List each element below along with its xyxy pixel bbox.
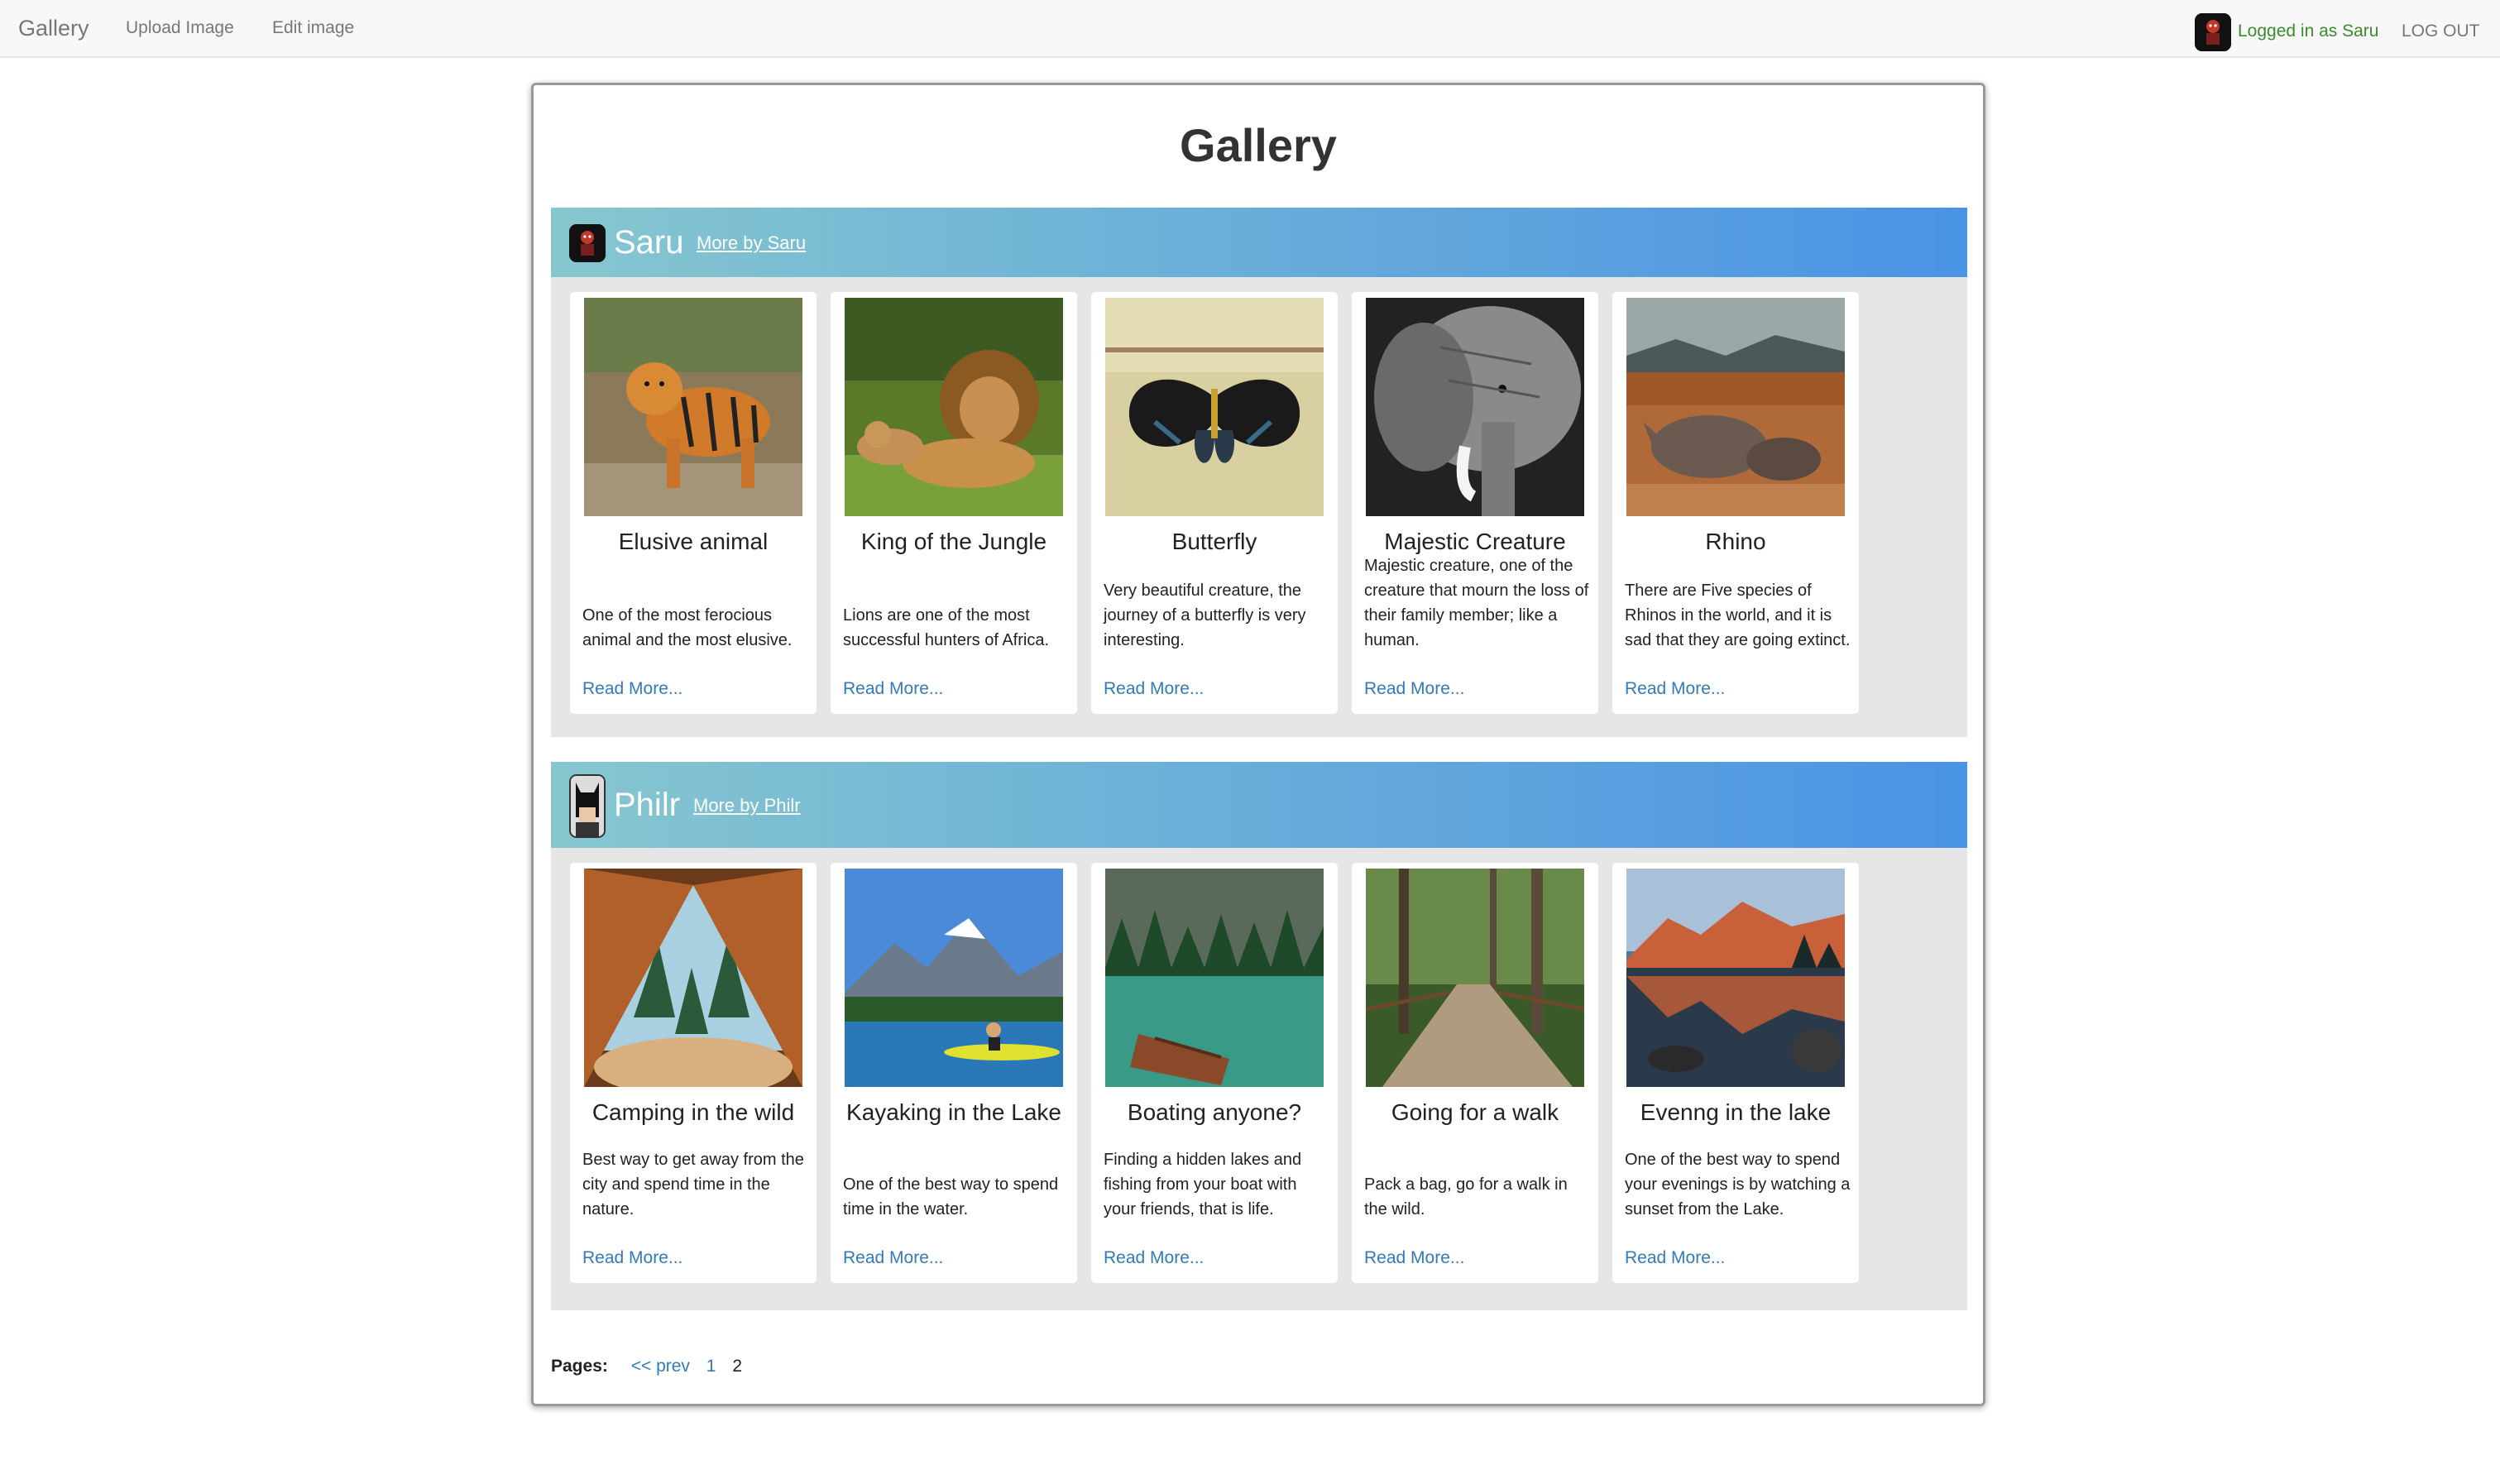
card-title: Kayaking in the Lake [846,1099,1061,1125]
card-title: Boating anyone? [1127,1099,1302,1125]
read-more-link[interactable]: Read More... [1364,679,1464,699]
card-title: Majestic Creature [1384,529,1566,554]
card-description: Best way to get away from the city and s… [582,1151,804,1218]
image-card: Rhino There are Five species of Rhinos i… [1612,292,1859,714]
prev-page-link[interactable]: << prev [631,1357,690,1376]
forest-path-photo[interactable] [1366,869,1584,1087]
section-header: Saru More by Saru [551,208,1967,277]
user-avatar [2195,13,2231,51]
read-more-link[interactable]: Read More... [1104,679,1204,699]
section-cards: Elusive animal One of the most ferocious… [551,277,1967,737]
user-avatar [569,774,606,838]
tiger-photo[interactable] [584,298,802,516]
card-description: Pack a bag, go for a walk in the wild. [1364,1175,1568,1218]
boat-photo[interactable] [1105,869,1324,1087]
user-section-philr: Philr More by Philr Camping in the wild … [551,762,1967,1310]
card-description: One of the best way to spend your evenin… [1625,1151,1851,1218]
card-description: One of the best way to spend time in the… [843,1175,1059,1218]
elephant-photo[interactable] [1366,298,1584,516]
rhino-photo[interactable] [1626,298,1845,516]
section-header: Philr More by Philr [551,762,1967,848]
card-title: Butterfly [1171,529,1257,554]
brand-link[interactable]: Gallery [18,0,89,56]
card-description: Very beautiful creature, the journey of … [1104,582,1306,649]
card-title: Going for a walk [1391,1099,1559,1125]
kayak-photo[interactable] [845,869,1063,1087]
card-description: One of the most ferocious animal and the… [582,606,793,649]
image-card: Elusive animal One of the most ferocious… [570,292,817,714]
read-more-link[interactable]: Read More... [582,1248,682,1268]
image-card: Kayaking in the Lake One of the best way… [831,863,1077,1283]
card-title: Camping in the wild [591,1099,795,1125]
read-more-link[interactable]: Read More... [843,1248,943,1268]
read-more-link[interactable]: Read More... [843,679,943,699]
pages-label: Pages: [551,1357,608,1376]
section-username: Saru [614,224,684,261]
upload-image-link[interactable]: Upload Image [126,0,234,56]
more-by-user-link[interactable]: More by Philr [693,795,801,816]
section-username: Philr [614,787,681,823]
image-card: Evenng in the lake One of the best way t… [1612,863,1859,1283]
card-description: Majestic creature, one of the creature t… [1364,557,1589,649]
read-more-link[interactable]: Read More... [1625,679,1725,699]
page-title: Gallery [1180,119,1337,171]
user-section-saru: Saru More by Saru Elusive animal One of … [551,208,1967,737]
pagination: Pages: << prev 1 2 [551,1357,742,1376]
card-description: Finding a hidden lakes and fishing from … [1104,1151,1302,1218]
tent-photo[interactable] [584,869,802,1087]
image-card: Going for a walk Pack a bag, go for a wa… [1352,863,1598,1283]
lion-photo[interactable] [845,298,1063,516]
image-card: Butterfly Very beautiful creature, the j… [1091,292,1338,714]
read-more-link[interactable]: Read More... [1104,1248,1204,1268]
card-description: Lions are one of the most successful hun… [843,606,1050,649]
section-cards: Camping in the wild Best way to get away… [551,848,1967,1310]
read-more-link[interactable]: Read More... [1625,1248,1725,1268]
sunset-lake-photo[interactable] [1626,869,1845,1087]
more-by-user-link[interactable]: More by Saru [697,232,806,254]
card-title: Evenng in the lake [1640,1099,1832,1125]
top-navbar: Gallery Upload Image Edit image Logged i… [0,0,2500,58]
image-card: King of the Jungle Lions are one of the … [831,292,1077,714]
user-avatar [569,224,606,262]
image-card: Boating anyone? Finding a hidden lakes a… [1091,863,1338,1283]
card-title: Elusive animal [618,529,769,554]
card-title: Rhino [1705,529,1766,554]
gallery-panel: Gallery Saru More by Saru Elusive animal… [531,83,1985,1406]
image-card: Camping in the wild Best way to get away… [570,863,817,1283]
read-more-link[interactable]: Read More... [582,679,682,699]
image-card: Majestic Creature Majestic creature, one… [1352,292,1598,714]
page-1-link[interactable]: 1 [706,1357,716,1376]
card-description: There are Five species of Rhinos in the … [1625,582,1851,649]
edit-image-link[interactable]: Edit image [272,0,354,56]
current-page: 2 [732,1357,742,1376]
card-title: King of the Jungle [860,529,1047,554]
butterfly-photo[interactable] [1105,298,1324,516]
logout-link[interactable]: LOG OUT [2402,0,2480,63]
logged-in-label[interactable]: Logged in as Saru [2238,0,2378,63]
read-more-link[interactable]: Read More... [1364,1248,1464,1268]
